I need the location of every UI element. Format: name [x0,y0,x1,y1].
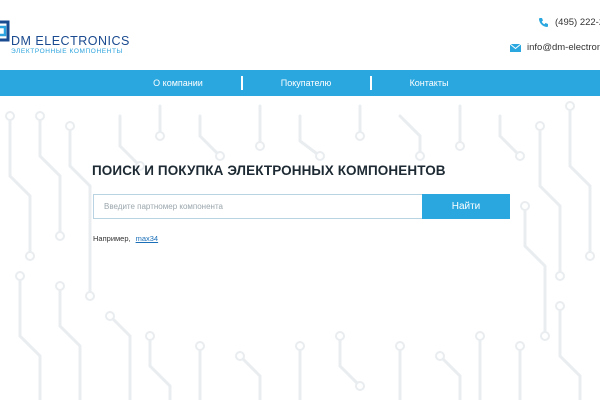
logo[interactable]: DM ELECTRONICS ЭЛЕКТРОННЫЕ КОМПОНЕНТЫ [0,14,144,55]
contact-phone[interactable]: (495) 222-2 [538,17,600,28]
logo-title: DM ELECTRONICS [11,34,130,48]
main-nav: О компании Покупателю Контакты [0,70,600,96]
nav-item-buyer[interactable]: Покупателю [246,70,366,96]
phone-number: (495) 222-2 [555,17,600,28]
email-address: info@dm-electronic [527,42,600,53]
header: DM ELECTRONICS ЭЛЕКТРОННЫЕ КОМПОНЕНТЫ (4… [0,0,600,72]
circuit-background [5,101,595,400]
logo-subtitle: ЭЛЕКТРОННЫЕ КОМПОНЕНТЫ [11,48,123,55]
example-link[interactable]: max34 [136,234,159,243]
search-button[interactable]: Найти [422,194,510,219]
search-input[interactable] [93,194,422,219]
phone-icon [539,18,548,27]
nav-item-contacts[interactable]: Контакты [370,70,488,96]
envelope-icon [510,43,521,52]
contact-email[interactable]: info@dm-electronic [510,42,600,53]
search-example: Например, max34 [93,234,158,243]
nav-item-company[interactable]: О компании [118,70,238,96]
nav-divider [241,76,243,90]
page-title: ПОИСК И ПОКУПКА ЭЛЕКТРОННЫХ КОМПОНЕНТОВ [92,163,446,178]
example-label: Например, [93,234,131,243]
page: DM ELECTRONICS ЭЛЕКТРОННЫЕ КОМПОНЕНТЫ (4… [0,0,600,400]
